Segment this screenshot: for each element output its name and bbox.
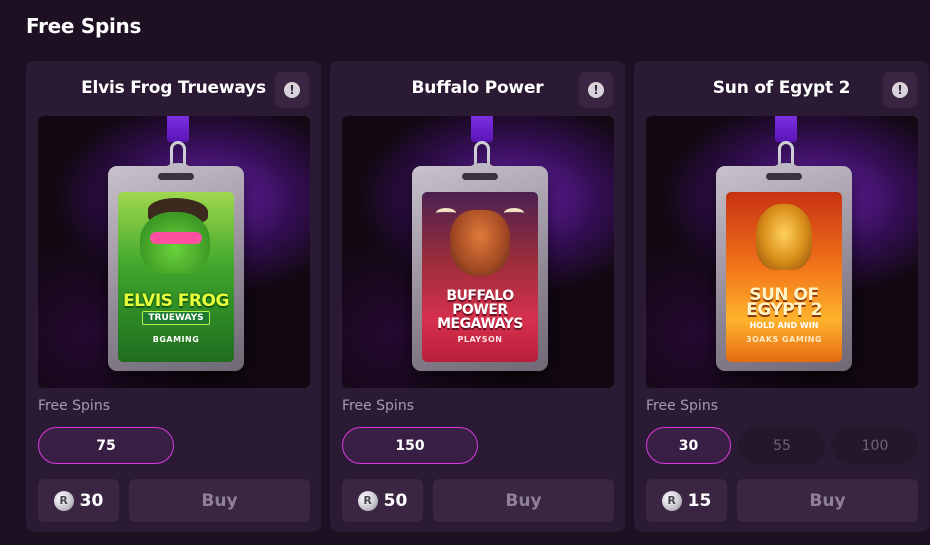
- buy-button[interactable]: Buy: [737, 479, 918, 522]
- game-logo-tag: HOLD AND WIN: [749, 321, 819, 330]
- info-button[interactable]: !: [883, 72, 917, 108]
- badge-slot: [462, 173, 498, 180]
- spin-option-100[interactable]: 100: [832, 427, 918, 464]
- game-artwork: Sun of Egypt 2 HOLD AND WIN 3OAKS GAMING: [646, 116, 918, 388]
- badge-holder: Elvis Frog TRUEWAYS BGAMING: [108, 166, 244, 371]
- price-display: R 30: [38, 479, 119, 522]
- info-button[interactable]: !: [275, 72, 309, 108]
- game-thumbnail[interactable]: Elvis Frog TRUEWAYS BGAMING: [118, 192, 234, 362]
- info-button[interactable]: !: [579, 72, 613, 108]
- sunglasses-illustration: [150, 232, 202, 244]
- free-spins-label: Free Spins: [342, 398, 414, 414]
- lanyard-strap: [775, 116, 797, 142]
- page-title: Free Spins: [26, 14, 142, 38]
- free-spins-label: Free Spins: [646, 398, 718, 414]
- spin-option-30[interactable]: 30: [646, 427, 731, 464]
- price-value: 30: [79, 490, 104, 511]
- game-card-sun-of-egypt-2: Sun of Egypt 2 ! Sun of Egypt 2 HOLD AND…: [634, 61, 929, 532]
- lanyard-strap: [167, 116, 189, 142]
- info-icon: !: [284, 82, 300, 98]
- spin-option-150[interactable]: 150: [342, 427, 478, 464]
- price-value: 50: [383, 490, 408, 511]
- info-icon: !: [588, 82, 604, 98]
- provider-name: 3OAKS GAMING: [745, 335, 823, 344]
- game-card-elvis-frog: Elvis Frog Trueways ! Elvis Frog TRUEWAY…: [26, 61, 321, 532]
- horn-illustration: [504, 208, 524, 218]
- coin-icon: R: [53, 490, 74, 511]
- game-logo-text: Elvis Frog: [123, 291, 229, 311]
- game-logo-text: Buffalo Power Megaways: [437, 288, 523, 332]
- horn-illustration: [436, 208, 456, 218]
- buy-button[interactable]: Buy: [129, 479, 310, 522]
- pharaoh-illustration: [756, 204, 812, 270]
- coin-icon: R: [661, 490, 682, 511]
- game-artwork: Buffalo Power Megaways PLAYSON: [342, 116, 614, 388]
- provider-name: PLAYSON: [457, 335, 503, 344]
- buffalo-illustration: [450, 210, 510, 276]
- game-thumbnail[interactable]: Sun of Egypt 2 HOLD AND WIN 3OAKS GAMING: [726, 192, 842, 362]
- badge-slot: [766, 173, 802, 180]
- game-logo-tag: TRUEWAYS: [142, 311, 210, 325]
- game-logo-text: Sun of Egypt 2: [746, 285, 822, 320]
- game-artwork: Elvis Frog TRUEWAYS BGAMING: [38, 116, 310, 388]
- coin-icon: R: [357, 490, 378, 511]
- badge-slot: [158, 173, 194, 180]
- price-value: 15: [687, 490, 712, 511]
- game-thumbnail[interactable]: Buffalo Power Megaways PLAYSON: [422, 192, 538, 362]
- spin-option-55[interactable]: 55: [739, 427, 825, 464]
- info-icon: !: [892, 82, 908, 98]
- badge-holder: Sun of Egypt 2 HOLD AND WIN 3OAKS GAMING: [716, 166, 852, 371]
- free-spins-label: Free Spins: [38, 398, 110, 414]
- lanyard-strap: [471, 116, 493, 142]
- badge-holder: Buffalo Power Megaways PLAYSON: [412, 166, 548, 371]
- price-display: R 50: [342, 479, 423, 522]
- buy-button[interactable]: Buy: [433, 479, 614, 522]
- provider-name: BGAMING: [152, 335, 200, 344]
- price-display: R 15: [646, 479, 727, 522]
- spin-option-75[interactable]: 75: [38, 427, 174, 464]
- game-card-buffalo-power: Buffalo Power ! Buffalo Power Megaways P…: [330, 61, 625, 532]
